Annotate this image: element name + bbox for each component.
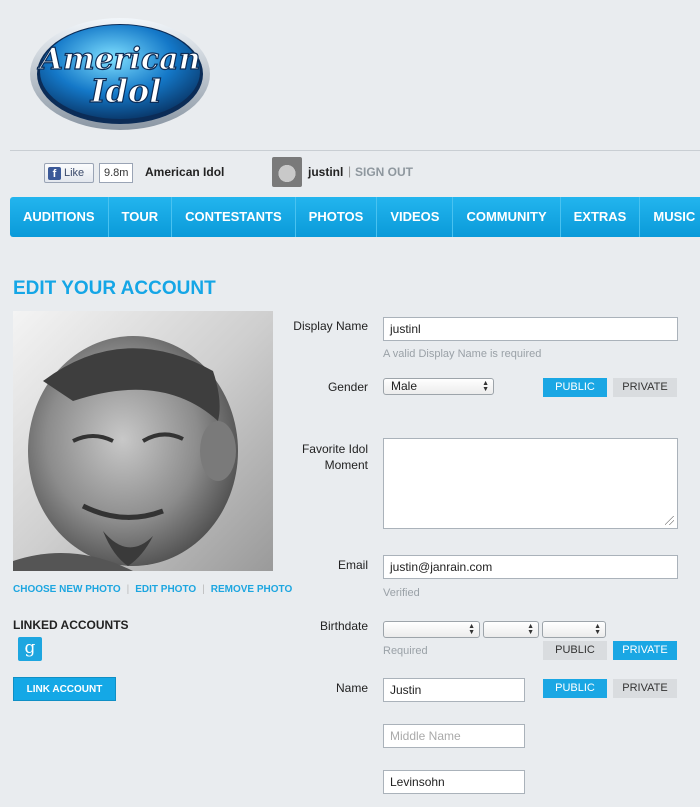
nav-contestants[interactable]: CONTESTANTS bbox=[172, 197, 296, 237]
birthdate-public-toggle[interactable]: PUBLIC bbox=[543, 641, 607, 660]
resize-handle-icon[interactable] bbox=[665, 516, 674, 525]
email-status: Verified bbox=[383, 587, 420, 599]
like-label: Like bbox=[64, 167, 85, 179]
facebook-like-button[interactable]: f Like bbox=[44, 163, 94, 183]
select-arrows-icon: ▲ ▼ bbox=[482, 380, 489, 393]
nav-community[interactable]: COMMUNITY bbox=[453, 197, 561, 237]
page-title: EDIT YOUR ACCOUNT bbox=[13, 278, 216, 299]
birth-month-select[interactable]: ▲ ▼ bbox=[383, 621, 480, 638]
first-name-input[interactable]: Justin bbox=[383, 678, 525, 702]
display-name-hint: A valid Display Name is required bbox=[383, 348, 542, 360]
last-name-input[interactable]: Levinsohn bbox=[383, 770, 525, 794]
name-label: Name bbox=[335, 681, 368, 695]
birth-year-select[interactable]: ▲ ▼ bbox=[542, 621, 606, 638]
gender-public-toggle[interactable]: PUBLIC bbox=[543, 378, 607, 397]
favorite-moment-label: Favorite Idol Moment bbox=[283, 441, 368, 473]
link-account-button[interactable]: LINK ACCOUNT bbox=[13, 677, 116, 701]
birthdate-private-toggle[interactable]: PRIVATE bbox=[613, 641, 677, 660]
middle-name-input[interactable]: Middle Name bbox=[383, 724, 525, 748]
photo-actions: CHOOSE NEW PHOTO | EDIT PHOTO | REMOVE P… bbox=[13, 584, 292, 595]
edit-photo-link[interactable]: EDIT PHOTO bbox=[135, 584, 196, 595]
gender-value: Male bbox=[391, 379, 418, 393]
nav-photos[interactable]: PHOTOS bbox=[296, 197, 378, 237]
like-count: 9.8m bbox=[99, 163, 134, 183]
separator: | bbox=[348, 164, 352, 178]
gender-select[interactable]: Male ▲ ▼ bbox=[383, 378, 494, 395]
sign-out-link[interactable]: SIGN OUT bbox=[355, 165, 413, 179]
google-icon[interactable]: g bbox=[18, 637, 42, 661]
social-bar: f Like 9.8m American Idol justinl | SIGN… bbox=[10, 150, 700, 190]
email-input[interactable]: justin@janrain.com bbox=[383, 555, 678, 579]
select-arrows-icon: ▲ ▼ bbox=[468, 623, 475, 636]
site-name[interactable]: American Idol bbox=[145, 165, 224, 179]
choose-new-photo-link[interactable]: CHOOSE NEW PHOTO bbox=[13, 584, 121, 595]
facebook-icon: f bbox=[48, 166, 61, 180]
user-avatar[interactable] bbox=[272, 157, 302, 187]
favorite-moment-textarea[interactable] bbox=[383, 438, 678, 529]
name-public-toggle[interactable]: PUBLIC bbox=[543, 679, 607, 698]
linked-accounts-title: LINKED ACCOUNTS bbox=[13, 618, 129, 632]
favorite-moment-label-line1: Favorite Idol bbox=[301, 442, 368, 456]
select-arrows-icon: ▲ ▼ bbox=[594, 623, 601, 636]
display-name-input[interactable]: justinl bbox=[383, 317, 678, 341]
favorite-moment-label-line2: Moment bbox=[324, 458, 368, 472]
birth-day-select[interactable]: ▲ ▼ bbox=[483, 621, 539, 638]
select-arrows-icon: ▲ ▼ bbox=[527, 623, 534, 636]
gender-private-toggle[interactable]: PRIVATE bbox=[613, 378, 677, 397]
birthdate-label: Birthdate bbox=[319, 619, 368, 633]
american-idol-logo[interactable]: American Idol bbox=[28, 14, 212, 132]
name-private-toggle[interactable]: PRIVATE bbox=[613, 679, 677, 698]
gender-label: Gender bbox=[327, 380, 368, 394]
profile-photo bbox=[13, 311, 273, 571]
nav-auditions[interactable]: AUDITIONS bbox=[10, 197, 109, 237]
main-nav: AUDITIONS TOUR CONTESTANTS PHOTOS VIDEOS… bbox=[10, 197, 700, 237]
nav-videos[interactable]: VIDEOS bbox=[377, 197, 454, 237]
nav-tour[interactable]: TOUR bbox=[109, 197, 173, 237]
divider: | bbox=[202, 584, 205, 595]
display-name-label: Display Name bbox=[293, 319, 368, 333]
logo-text-line2: Idol bbox=[90, 72, 162, 110]
birthdate-hint: Required bbox=[383, 645, 428, 657]
divider: | bbox=[126, 584, 130, 595]
nav-music[interactable]: MUSIC bbox=[640, 197, 700, 237]
email-label: Email bbox=[337, 558, 368, 572]
username-link[interactable]: justinl bbox=[308, 165, 343, 179]
nav-extras[interactable]: EXTRAS bbox=[561, 197, 641, 237]
remove-photo-link[interactable]: REMOVE PHOTO bbox=[211, 584, 293, 595]
